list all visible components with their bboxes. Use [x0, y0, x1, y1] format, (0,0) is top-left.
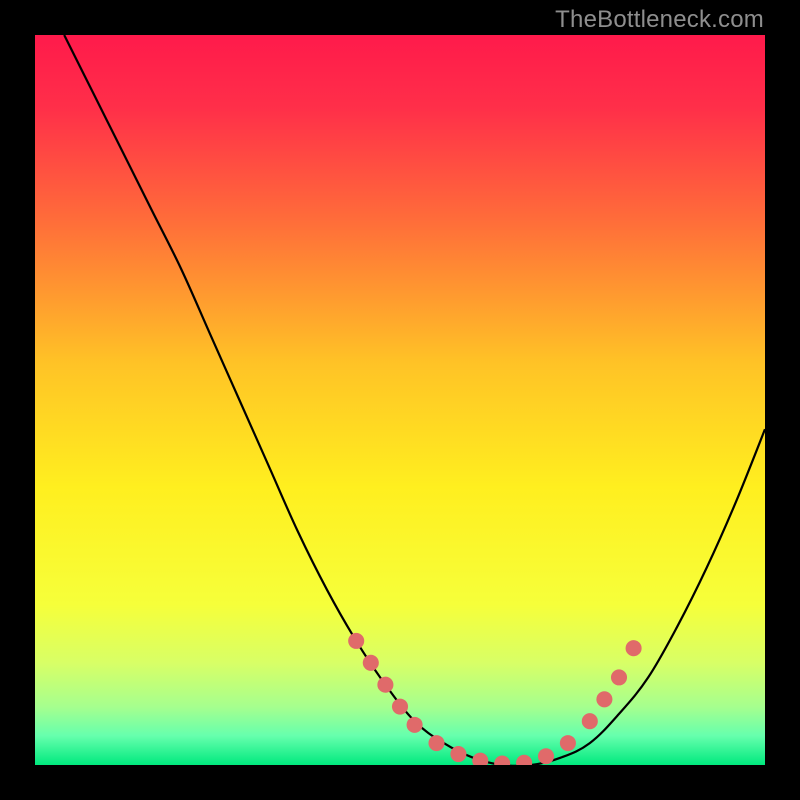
- marker-dot: [392, 699, 408, 715]
- marker-dot: [428, 735, 444, 751]
- marker-dot: [348, 633, 364, 649]
- chart-plot-area: [35, 35, 765, 765]
- marker-dot: [450, 746, 466, 762]
- gradient-background: [35, 35, 765, 765]
- marker-dot: [407, 717, 423, 733]
- marker-dot: [582, 713, 598, 729]
- marker-dot: [363, 655, 379, 671]
- marker-dot: [596, 691, 612, 707]
- marker-dot: [560, 735, 576, 751]
- marker-dot: [538, 748, 554, 764]
- attribution-text: TheBottleneck.com: [555, 6, 764, 34]
- marker-dot: [626, 640, 642, 656]
- marker-dot: [611, 669, 627, 685]
- bottleneck-chart: [35, 35, 765, 765]
- marker-dot: [377, 677, 393, 693]
